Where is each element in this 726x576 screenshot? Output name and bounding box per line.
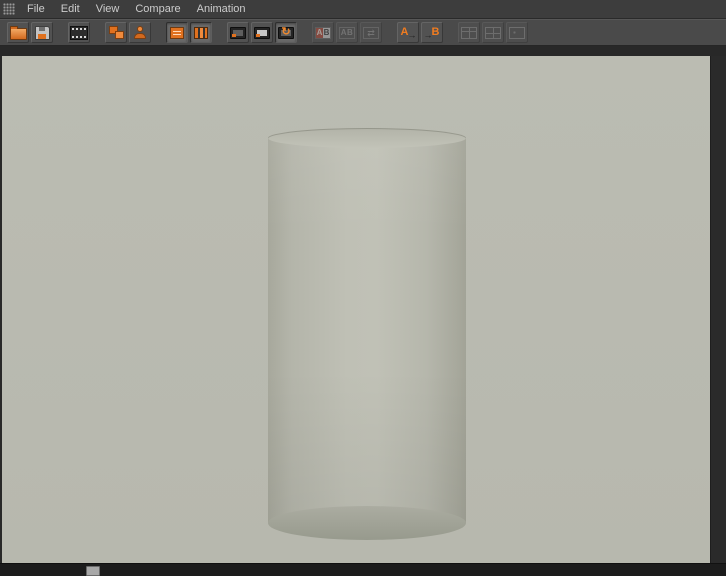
save-button[interactable] xyxy=(31,22,53,43)
compare-ab-button[interactable]: A B xyxy=(312,22,334,43)
grip-handle-icon[interactable] xyxy=(3,3,15,15)
ab-letter-b: B xyxy=(323,27,330,38)
monitor-icon xyxy=(230,26,246,39)
toolbar: ↻ A B AB ⇄ A → B → xyxy=(0,19,726,46)
ab-letter-a: A xyxy=(316,27,323,38)
orange-dot-icon xyxy=(256,33,260,37)
horizontal-scrollbar-track[interactable] xyxy=(0,563,726,576)
set-image-b-button[interactable]: B → xyxy=(421,22,443,43)
set-a-icon: A → xyxy=(400,26,417,40)
vertical-scrollbar-track[interactable] xyxy=(710,56,726,563)
arrow-right-icon: → xyxy=(423,29,433,40)
set-image-a-button[interactable]: A → xyxy=(397,22,419,43)
set-b-icon: B → xyxy=(424,26,441,40)
stack-button[interactable] xyxy=(190,22,212,43)
object-preview-button[interactable] xyxy=(129,22,151,43)
layout-grid-cells-button[interactable] xyxy=(482,22,504,43)
folder-open-icon xyxy=(9,26,27,40)
person-icon xyxy=(134,26,146,39)
grid-cells-icon xyxy=(485,26,501,39)
toolbar-group-movie xyxy=(68,22,90,43)
toolbar-group-file xyxy=(7,22,53,43)
orange-dot-icon xyxy=(232,33,236,37)
compare-swap-button[interactable]: ⇄ xyxy=(360,22,382,43)
grid-thumbs-icon xyxy=(509,26,525,39)
toolbar-group-monitors: ↻ xyxy=(227,22,297,43)
menu-compare[interactable]: Compare xyxy=(127,0,188,18)
monitor-refresh-button[interactable]: ↻ xyxy=(275,22,297,43)
menu-file[interactable]: File xyxy=(19,0,53,18)
layout-grid-columns-button[interactable] xyxy=(458,22,480,43)
toolbar-group-compare: A B AB ⇄ xyxy=(312,22,382,43)
toolbar-group-layout xyxy=(458,22,528,43)
toolbar-group-frames xyxy=(105,22,151,43)
stack-icon xyxy=(194,26,208,39)
cylinder-top-cap xyxy=(268,128,466,148)
set-b-letter: B xyxy=(431,25,440,38)
arrow-right-icon: → xyxy=(407,29,417,40)
ab-gray-icon: AB xyxy=(339,26,355,39)
cylinder-body xyxy=(268,138,466,523)
open-button[interactable] xyxy=(7,22,29,43)
rendered-cylinder xyxy=(268,128,466,540)
layers-button[interactable] xyxy=(166,22,188,43)
cylinder-bottom-cap xyxy=(268,506,466,540)
monitor-refresh-icon: ↻ xyxy=(278,26,294,39)
menu-bar: File Edit View Compare Animation xyxy=(0,0,726,19)
movie-button[interactable] xyxy=(68,22,90,43)
layout-grid-thumbs-button[interactable] xyxy=(506,22,528,43)
picture-viewer-window: File Edit View Compare Animation ↻ A B A… xyxy=(0,0,726,576)
monitor-a-button[interactable] xyxy=(227,22,249,43)
save-icon xyxy=(34,25,50,40)
ab-compare-icon: A B xyxy=(315,26,331,39)
monitor-screen-icon xyxy=(254,26,270,39)
toolbar-group-set-ab: A → B → xyxy=(397,22,443,43)
stacked-frames-icon xyxy=(108,26,124,39)
ab-swap-icon: ⇄ xyxy=(363,26,379,39)
monitor-b-button[interactable] xyxy=(251,22,273,43)
menu-animation[interactable]: Animation xyxy=(189,0,254,18)
menu-view[interactable]: View xyxy=(88,0,128,18)
image-canvas[interactable] xyxy=(2,56,710,563)
toolbar-group-panels xyxy=(166,22,212,43)
menu-edit[interactable]: Edit xyxy=(53,0,88,18)
filmstrip-icon xyxy=(70,25,88,40)
layers-icon xyxy=(170,26,184,39)
copy-frames-button[interactable] xyxy=(105,22,127,43)
refresh-arrows-icon: ↻ xyxy=(281,26,291,38)
grid-columns-icon xyxy=(461,26,477,39)
compare-ab-alt-button[interactable]: AB xyxy=(336,22,358,43)
horizontal-scrollbar-thumb[interactable] xyxy=(86,566,100,576)
